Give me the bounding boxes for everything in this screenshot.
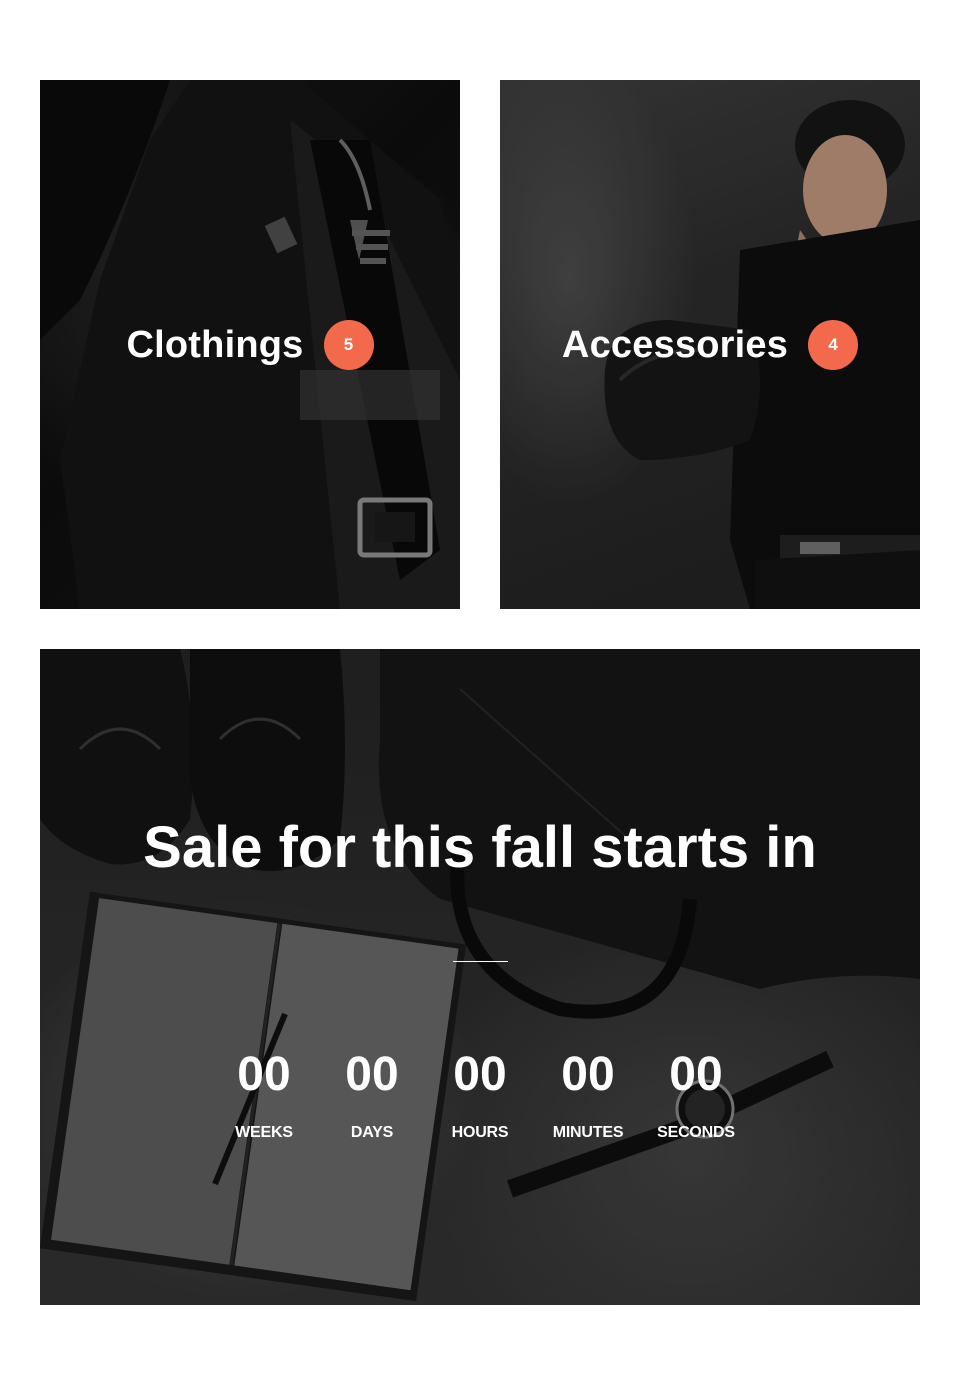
- countdown-timer: 00 WEEKS 00 DAYS 00 HOURS 00 MINUTES 00 …: [40, 1047, 920, 1142]
- countdown-minutes: 00 MINUTES: [534, 1047, 642, 1142]
- banner-overlay: [40, 649, 920, 1305]
- category-label: Accessories 4: [500, 320, 920, 370]
- countdown-days: 00 DAYS: [318, 1047, 426, 1142]
- countdown-label: DAYS: [350, 1124, 394, 1141]
- sale-countdown-banner: Sale for this fall starts in 00 WEEKS 00…: [40, 649, 920, 1305]
- title-divider: [453, 961, 508, 962]
- countdown-hours: 00 HOURS: [426, 1047, 534, 1142]
- countdown-value: 00: [561, 1048, 615, 1101]
- category-count-badge: 5: [323, 320, 374, 370]
- sale-title: Sale for this fall starts in: [143, 815, 817, 880]
- countdown-label: SECONDS: [657, 1124, 735, 1141]
- countdown-value: 00: [669, 1048, 723, 1101]
- countdown-value: 00: [345, 1048, 399, 1101]
- category-name: Clothings: [126, 323, 304, 366]
- countdown-label: WEEKS: [235, 1124, 293, 1141]
- category-tile-accessories[interactable]: Accessories 4: [500, 80, 920, 609]
- countdown-weeks: 00 WEEKS: [210, 1047, 318, 1142]
- countdown-value: 00: [453, 1048, 507, 1101]
- category-tile-clothings[interactable]: Clothings 5: [40, 80, 460, 609]
- countdown-label: MINUTES: [552, 1124, 624, 1141]
- category-count-badge: 4: [808, 320, 859, 370]
- category-label: Clothings 5: [40, 320, 460, 370]
- countdown-seconds: 00 SECONDS: [642, 1047, 750, 1142]
- countdown-value: 00: [237, 1048, 291, 1101]
- category-name: Accessories: [561, 323, 789, 366]
- countdown-label: HOURS: [451, 1124, 509, 1141]
